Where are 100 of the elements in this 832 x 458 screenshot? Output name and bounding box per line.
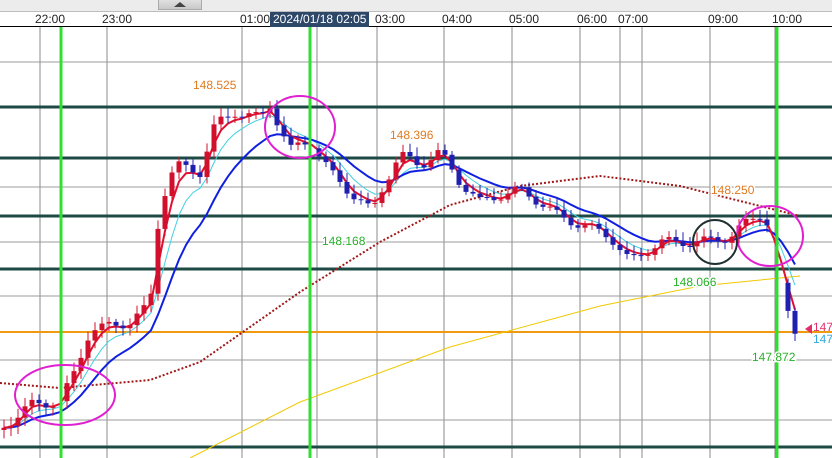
candlestick [344,172,350,199]
candlestick [288,127,294,151]
up-triangle-icon [174,2,186,7]
candlestick [596,218,602,234]
price-label: 148.250 [711,183,754,197]
candlestick [478,184,482,201]
candlestick [498,191,504,204]
candlestick [134,305,140,333]
price-label: 147 [813,332,832,346]
candlestick [240,110,244,124]
time-label: 07:00 [618,12,648,26]
candlestick [568,209,574,230]
candlestick [232,109,238,124]
candlestick [204,142,210,184]
candlestick [2,418,6,439]
candlestick [36,394,42,412]
candlestick [506,186,510,204]
price-label: 148.168 [322,234,366,248]
candlestick [414,146,420,170]
candlestick [786,278,790,319]
candlestick [604,221,608,243]
candlestick [330,155,336,176]
time-label: 03:00 [374,12,406,26]
candlestick [702,228,706,248]
candlestick [162,188,168,236]
candlestick [652,244,658,261]
candlestick [78,348,84,380]
candlestick [190,158,196,180]
candlestick [750,210,756,226]
candlestick [22,398,28,426]
candlestick [708,229,714,244]
candlestick [660,234,664,254]
time-label: 10:00 [772,12,802,26]
candlestick [218,107,224,132]
candlestick [408,143,412,161]
candlestick [64,375,70,410]
candlestick [442,144,448,159]
candlestick [114,318,118,334]
candlestick [618,235,622,256]
candlestick [716,232,720,248]
candlestick [548,197,552,212]
cursor-time-label: 2024/01/18 02:05 [270,12,370,27]
candlestick [554,197,560,215]
candlestick [176,156,182,180]
candlestick [148,284,154,313]
candlestick [106,316,112,332]
candlestick [170,166,174,204]
candlestick [16,408,20,435]
candlestick [254,107,258,120]
candlestick [456,164,462,189]
candlestick [246,109,252,124]
candlestick [86,331,90,366]
candlestick [92,322,98,349]
candlestick [72,362,76,392]
candlestick [428,151,434,172]
candlestick [268,100,272,119]
candlestick [128,318,132,336]
candlestick [730,231,734,250]
candlestick [694,232,700,253]
candlestick [680,232,686,252]
candlestick [352,184,356,204]
candlestick [758,209,762,227]
time-label: 01:00 [240,12,270,26]
candlestick [142,296,146,322]
candlestick [484,188,490,201]
candlestick [260,106,266,119]
candlestick [198,164,202,184]
time-label: 04:00 [442,12,472,26]
price-label: 148.066 [673,275,716,289]
candlestick [792,306,798,342]
candlestick [582,220,588,233]
candlestick [666,230,672,246]
candlestick [44,398,48,416]
candlestick [512,181,518,198]
highlight-circle [264,95,336,159]
time-label: 22:00 [34,12,66,26]
candlestick [576,218,580,233]
candlestick [100,316,104,338]
time-label: 06:00 [576,12,608,26]
candlestick [184,157,188,172]
candlestick [400,144,406,167]
candlestick [30,392,34,416]
candlestick [624,240,630,260]
candlestick [632,245,636,261]
scroll-button[interactable] [158,0,202,10]
candlestick [744,210,748,233]
candlestick [282,116,286,142]
price-marker-icon [805,324,812,334]
candlestick [8,416,14,437]
candlestick [380,187,384,208]
candlestick [764,210,770,233]
candlestick [366,192,370,208]
candlestick [534,190,538,210]
candlestick [470,184,476,198]
candlestick [302,135,308,150]
candlestick [562,200,566,222]
candlestick [338,162,342,188]
time-label: 09:00 [708,12,738,26]
candlestick [394,156,398,184]
candlestick [386,175,392,197]
